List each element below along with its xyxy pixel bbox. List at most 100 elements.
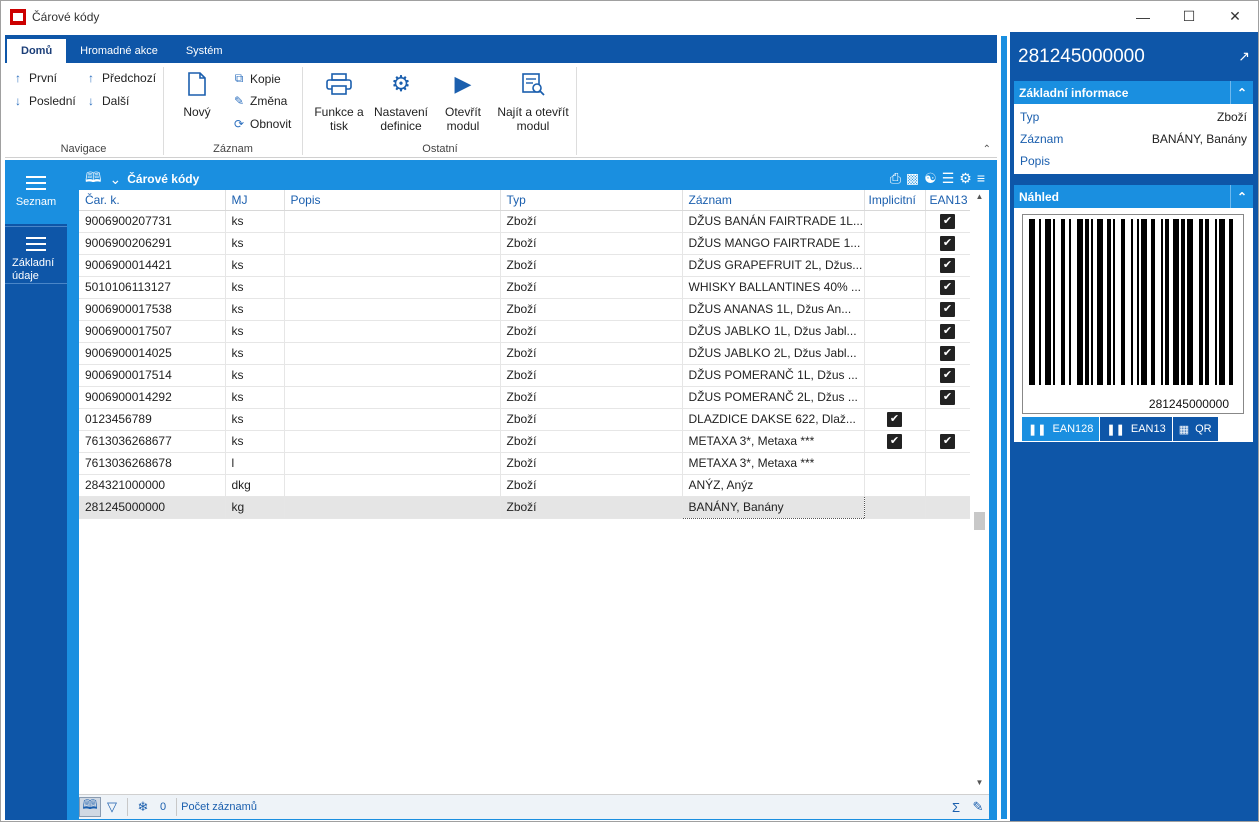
cell-typ[interactable]: Zboží xyxy=(500,342,683,365)
basic-info-header[interactable]: Základní informace ⌃ xyxy=(1014,81,1253,104)
column-header-mj[interactable]: MJ xyxy=(225,190,285,211)
chart-icon[interactable]: ▩ xyxy=(906,170,919,187)
table-row[interactable]: 9006900014025 ks Zboží DŽUS JABLKO 2L, Džus… xyxy=(79,342,971,365)
column-header-implicitni[interactable]: Implicitní xyxy=(864,190,926,211)
cell-zaznam[interactable]: DŽUS BANÁN FAIRTRADE 1L... xyxy=(682,210,865,233)
cell-code[interactable]: 0123456789 xyxy=(79,408,226,431)
open-module-button[interactable]: ▶ Otevřít modul xyxy=(437,69,489,134)
cell-mj[interactable]: kg xyxy=(225,496,285,519)
maximize-button[interactable]: ☐ xyxy=(1166,1,1212,32)
snowflake-icon[interactable]: ❄ xyxy=(132,797,154,817)
cell-popis[interactable] xyxy=(284,430,501,453)
table-row[interactable]: 0123456789 ks Zboží DLAZDICE DAKSE 622, Dla… xyxy=(79,408,971,431)
chevron-up-icon[interactable]: ⌃ xyxy=(1230,81,1253,104)
cell-mj[interactable]: ks xyxy=(225,298,285,321)
cell-code[interactable]: 9006900017514 xyxy=(79,364,226,387)
popout-icon[interactable]: ↗ xyxy=(1238,48,1250,65)
cell-zaznam[interactable]: DŽUS JABLKO 2L, Džus Jabl... xyxy=(682,342,865,365)
cell-impl[interactable]: ✔ xyxy=(864,430,926,453)
cell-popis[interactable] xyxy=(284,452,501,475)
cell-typ[interactable]: Zboží xyxy=(500,364,683,387)
cell-impl[interactable] xyxy=(864,276,926,299)
columns-icon[interactable]: ☰ xyxy=(942,170,955,187)
cell-ean13[interactable]: ✔ xyxy=(925,430,971,453)
scroll-up-icon[interactable]: ▲ xyxy=(970,192,989,206)
column-header-typ[interactable]: Typ xyxy=(500,190,683,211)
cell-ean13[interactable]: ✔ xyxy=(925,364,971,387)
cell-ean13[interactable] xyxy=(925,474,971,497)
checkbox-checked-icon[interactable]: ✔ xyxy=(940,214,955,229)
collapse-ribbon-icon[interactable]: ⌃ xyxy=(983,144,991,155)
checkbox-checked-icon[interactable]: ✔ xyxy=(940,434,955,449)
chevron-up-icon[interactable]: ⌃ xyxy=(1230,185,1253,208)
checkbox-checked-icon[interactable]: ✔ xyxy=(940,258,955,273)
checkbox-checked-icon[interactable]: ✔ xyxy=(887,434,902,449)
cell-mj[interactable]: dkg xyxy=(225,474,285,497)
cell-typ[interactable]: Zboží xyxy=(500,232,683,255)
cell-ean13[interactable] xyxy=(925,452,971,475)
cell-ean13[interactable] xyxy=(925,496,971,519)
checkbox-checked-icon[interactable]: ✔ xyxy=(940,236,955,251)
checkbox-checked-icon[interactable]: ✔ xyxy=(940,280,955,295)
cell-impl[interactable] xyxy=(864,298,926,321)
cell-popis[interactable] xyxy=(284,254,501,277)
cell-impl[interactable] xyxy=(864,320,926,343)
cell-impl[interactable] xyxy=(864,254,926,277)
cell-mj[interactable]: l xyxy=(225,452,285,475)
find-open-module-button[interactable]: Najít a otevřít modul xyxy=(493,69,573,133)
cell-popis[interactable] xyxy=(284,364,501,387)
cell-impl[interactable] xyxy=(864,386,926,409)
cell-typ[interactable]: Zboží xyxy=(500,276,683,299)
cell-mj[interactable]: ks xyxy=(225,276,285,299)
table-row[interactable]: 9006900017538 ks Zboží DŽUS ANANAS 1L, Džus… xyxy=(79,298,971,321)
checkbox-checked-icon[interactable]: ✔ xyxy=(887,412,902,427)
previous-button[interactable]: ↑ Předchozí xyxy=(84,71,156,85)
cell-mj[interactable]: ks xyxy=(225,430,285,453)
table-row[interactable]: 9006900014421 ks Zboží DŽUS GRAPEFRUIT 2L, … xyxy=(79,254,971,277)
cell-impl[interactable] xyxy=(864,342,926,365)
table-row[interactable]: 5010106113127 ks Zboží WHISKY BALLANTINES 4… xyxy=(79,276,971,299)
cell-code[interactable]: 9006900014025 xyxy=(79,342,226,365)
refresh-button[interactable]: ⟳ Obnovit xyxy=(232,117,291,131)
cell-impl[interactable] xyxy=(864,232,926,255)
functions-print-button[interactable]: Funkce a tisk xyxy=(309,69,369,133)
sum-icon[interactable]: Σ xyxy=(945,797,967,817)
gear-icon[interactable]: ⚙ xyxy=(959,170,972,187)
table-row[interactable]: 9006900017514 ks Zboží DŽUS POMERANČ 1L, Dž… xyxy=(79,364,971,387)
cell-mj[interactable]: ks xyxy=(225,232,285,255)
tab-ean128[interactable]: ❚❚ EAN128 xyxy=(1022,417,1101,441)
cell-typ[interactable]: Zboží xyxy=(500,210,683,233)
tab-hromadne-akce[interactable]: Hromadné akce xyxy=(66,39,172,63)
cell-ean13[interactable]: ✔ xyxy=(925,232,971,255)
cell-zaznam[interactable]: BANÁNY, Banány xyxy=(681,495,865,519)
cell-ean13[interactable]: ✔ xyxy=(925,298,971,321)
hierarchy-icon[interactable]: ☯ xyxy=(924,170,937,187)
preview-header[interactable]: Náhled ⌃ xyxy=(1014,185,1253,208)
table-row[interactable]: 9006900014292 ks Zboží DŽUS POMERANČ 2L, Dž… xyxy=(79,386,971,409)
checkbox-checked-icon[interactable]: ✔ xyxy=(940,368,955,383)
cell-ean13[interactable]: ✔ xyxy=(925,254,971,277)
last-button[interactable]: ↓ Poslední xyxy=(11,94,76,108)
cell-popis[interactable] xyxy=(284,298,501,321)
cell-zaznam[interactable]: DŽUS MANGO FAIRTRADE 1... xyxy=(682,232,865,255)
column-header-popis[interactable]: Popis xyxy=(284,190,501,211)
cell-typ[interactable]: Zboží xyxy=(500,254,683,277)
cell-zaznam[interactable]: DŽUS POMERANČ 2L, Džus ... xyxy=(682,386,865,409)
checkbox-checked-icon[interactable]: ✔ xyxy=(940,324,955,339)
checkbox-checked-icon[interactable]: ✔ xyxy=(940,302,955,317)
cell-popis[interactable] xyxy=(284,342,501,365)
cell-code[interactable]: 281245000000 xyxy=(79,496,226,519)
minimize-button[interactable]: — xyxy=(1120,1,1166,32)
cell-code[interactable]: 9006900014421 xyxy=(79,254,226,277)
cell-impl[interactable]: ✔ xyxy=(864,408,926,431)
table-row[interactable]: 284321000000 dkg Zboží ANÝZ, Anýz xyxy=(79,474,971,497)
cell-popis[interactable] xyxy=(284,408,501,431)
tab-qr[interactable]: ▦ QR xyxy=(1172,417,1219,441)
cell-typ[interactable]: Zboží xyxy=(500,496,683,519)
pane-splitter[interactable] xyxy=(1000,32,1010,821)
cell-typ[interactable]: Zboží xyxy=(500,452,683,475)
cell-ean13[interactable]: ✔ xyxy=(925,276,971,299)
cell-zaznam[interactable]: DŽUS GRAPEFRUIT 2L, Džus... xyxy=(682,254,865,277)
cell-ean13[interactable]: ✔ xyxy=(925,320,971,343)
chevron-down-icon[interactable]: ⌄ xyxy=(110,171,122,188)
